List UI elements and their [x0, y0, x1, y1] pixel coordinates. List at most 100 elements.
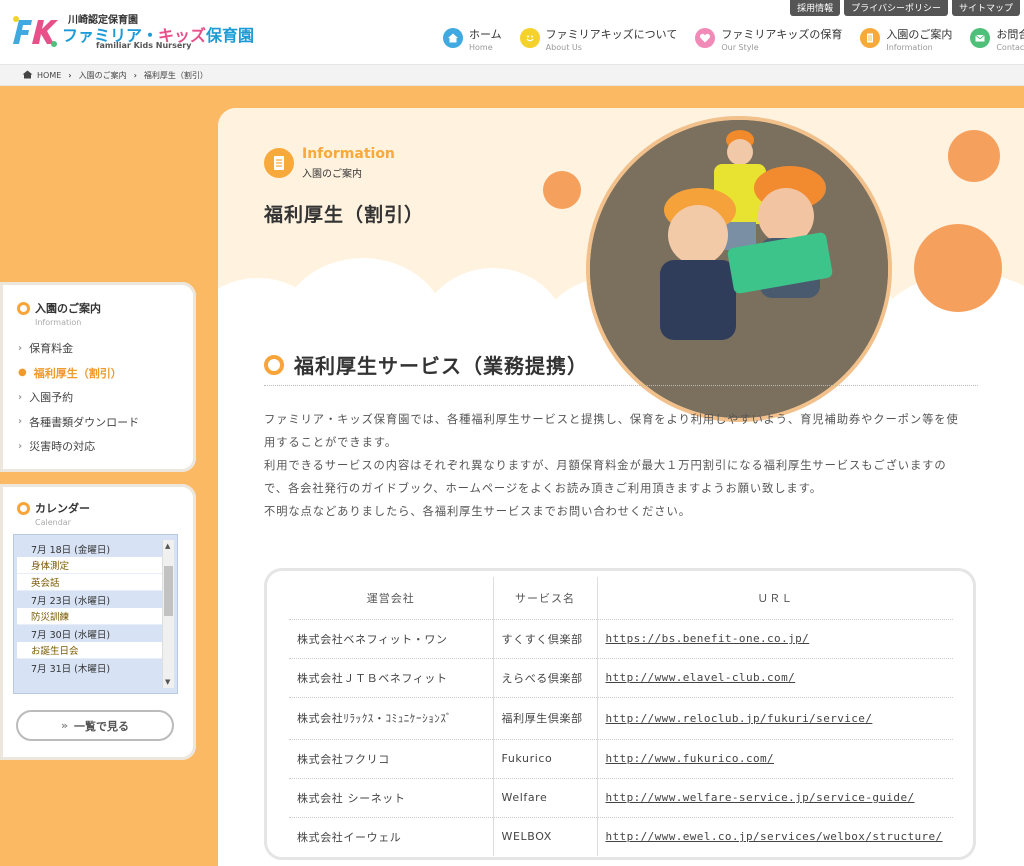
scroll-down-icon[interactable]: ▼ [165, 678, 170, 686]
document-icon [264, 148, 294, 178]
cell-service: すくすく倶楽部 [492, 619, 598, 659]
util-link-privacy[interactable]: プライバシーポリシー [844, 0, 948, 16]
page-title: 福利厚生（割引） [264, 204, 425, 226]
calendar-date: 7月 18日 (金曜日) [17, 540, 162, 557]
chevron-right-icon: › [133, 70, 137, 80]
lead-line: 不明な点などありましたら、各福利厚生サービスまでお問い合わせください。 [264, 505, 691, 518]
sidebar-item-disaster[interactable]: › 災害時の対応 [18, 434, 139, 459]
nav-item-home[interactable]: ホーム Home [443, 26, 502, 52]
main-content: Information 入園のご案内 福利厚生（割引） 福利厚生サービス（業務提… [218, 108, 1024, 866]
lead-line: ファミリア・キッズ保育園では、各種福利厚生サービスと提携し、保育をより利用しやす… [264, 413, 959, 426]
chevron-right-icon: › [18, 391, 23, 403]
util-link-recruit[interactable]: 採用情報 [790, 0, 841, 16]
ring-icon [17, 302, 30, 315]
nav-item-information[interactable]: 入園のご案内 Information [860, 26, 952, 52]
table-row: 株式会社 シーネット Welfare http://www.welfare-se… [289, 778, 953, 818]
circle-decoration [543, 171, 581, 209]
cell-company: 株式会社 シーネット [289, 778, 493, 818]
calendar-scrollbar[interactable]: ▲ ▼ [162, 540, 174, 688]
nav-label: ファミリアキッズについて [545, 28, 678, 41]
url-link[interactable]: http://www.fukurico.com/ [606, 752, 775, 765]
logo-english: familiar Kids Nursery [96, 41, 192, 50]
cell-url: http://www.reloclub.jp/fukuri/service/ [597, 697, 953, 740]
ring-icon [17, 502, 30, 515]
url-link[interactable]: http://www.ewel.co.jp/services/welbox/st… [606, 830, 943, 843]
calendar-list[interactable]: 7月 18日 (金曜日) 身体測定 英会話 7月 23日 (水曜日) 防災訓練 … [13, 534, 178, 694]
chevron-right-icon: › [18, 440, 23, 452]
sidebar-menu: › 保育料金 ● 福利厚生（割引） › 入園予約 › 各種書類ダウンロード › 災害時の対… [18, 336, 139, 459]
sidebar-item-downloads[interactable]: › 各種書類ダウンロード [18, 410, 139, 435]
sidebar-subtitle: Information [35, 318, 82, 327]
chevron-right-icon: › [18, 342, 23, 354]
circle-decoration [948, 130, 1000, 182]
mail-icon [970, 28, 991, 48]
sidebar-item-welfare[interactable]: ● 福利厚生（割引） [18, 361, 139, 386]
breadcrumb-home[interactable]: HOME [37, 71, 61, 80]
sidebar-item-label: 福利厚生（割引） [33, 366, 122, 380]
sidebar-item-reservation[interactable]: › 入園予約 [18, 385, 139, 410]
cell-company: 株式会社ＪＴＢベネフィット [289, 658, 493, 698]
table-header-row: 運営会社 サービス名 ＵＲＬ [289, 577, 953, 620]
calendar-date: 7月 30日 (水曜日) [17, 625, 162, 642]
heart-icon [695, 28, 716, 48]
sidebar-item-fees[interactable]: › 保育料金 [18, 336, 139, 361]
section-title: 福利厚生サービス（業務提携） [294, 354, 588, 378]
document-icon [860, 28, 881, 48]
url-link[interactable]: http://www.welfare-service.jp/service-gu… [606, 791, 915, 804]
home-icon [22, 70, 33, 81]
home-icon [443, 28, 463, 48]
site-logo[interactable]: 川崎認定保育園 ファミリア・キッズ保育園 familiar Kids Nurse… [10, 8, 254, 50]
sidebar-item-label: 各種書類ダウンロード [29, 415, 140, 429]
section-heading: 福利厚生サービス（業務提携） [264, 344, 978, 386]
breadcrumb: HOME › 入園のご案内 › 福利厚生（割引） [0, 64, 1024, 86]
breadcrumb-information[interactable]: 入園のご案内 [79, 70, 127, 81]
sidebar-item-label: 災害時の対応 [29, 440, 96, 454]
url-link[interactable]: http://www.reloclub.jp/fukuri/service/ [606, 712, 873, 725]
cell-service: Fukurico [492, 739, 598, 779]
column-header-company: 運営会社 [289, 577, 493, 620]
sidebar-item-label: 入園予約 [29, 391, 74, 405]
column-header-url: ＵＲＬ [597, 577, 953, 620]
chevron-right-icon: › [18, 416, 23, 428]
scroll-thumb[interactable] [164, 566, 173, 616]
utility-links: 採用情報 プライバシーポリシー サイトマップ [790, 0, 1020, 16]
nav-item-contact[interactable]: お問合せ Contact [970, 26, 1024, 52]
util-link-sitemap[interactable]: サイトマップ [951, 0, 1020, 16]
lead-line: で、各会社発行のガイドブック、ホームページをよくお読み頂きご利用頂きますようお願… [264, 482, 822, 495]
smile-icon [519, 28, 540, 48]
calendar-event[interactable]: 英会話 [17, 574, 162, 591]
calendar-event[interactable]: 身体測定 [17, 557, 162, 574]
sidebar-item-label: 保育料金 [29, 342, 74, 356]
double-chevron-icon: » [60, 719, 69, 732]
cell-service: 福利厚生倶楽部 [492, 697, 598, 740]
nav-label: 入園のご案内 [886, 28, 953, 41]
nav-item-about[interactable]: ファミリアキッズについて About Us [519, 26, 678, 52]
cell-company: 株式会社ﾘﾗｯｸｽ・ｺﾐｭﾆｹｰｼｮﾝｽﾞ [289, 697, 493, 740]
cell-service: WELBOX [492, 817, 598, 856]
nav-label: お問合せ [996, 28, 1024, 41]
cell-url: http://www.welfare-service.jp/service-gu… [597, 778, 953, 818]
lead-text: ファミリア・キッズ保育園では、各種福利厚生サービスと提携し、保育をより利用しやす… [264, 408, 984, 523]
table-row: 株式会社ＪＴＢベネフィット えらべる倶楽部 http://www.elavel-… [289, 658, 953, 698]
view-all-label: 一覧で見る [74, 719, 130, 733]
cell-service: えらべる倶楽部 [492, 658, 598, 698]
chevron-right-icon: › [68, 70, 72, 80]
url-link[interactable]: http://www.elavel-club.com/ [606, 671, 796, 684]
lead-line: 利用できるサービスの内容はそれぞれ異なりますが、月額保育料金が最大１万円割引にな… [264, 459, 947, 472]
calendar-event[interactable]: 防災訓練 [17, 608, 162, 625]
calendar-event[interactable]: お誕生日会 [17, 642, 162, 659]
table-row: 株式会社ベネフィット・ワン すくすく倶楽部 https://bs.benefit… [289, 619, 953, 659]
cell-url: https://bs.benefit-one.co.jp/ [597, 619, 953, 659]
ring-icon [264, 354, 284, 375]
sidebar-title: カレンダー [35, 502, 90, 515]
url-link[interactable]: https://bs.benefit-one.co.jp/ [606, 632, 810, 645]
view-all-button[interactable]: » 一覧で見る [16, 710, 174, 741]
breadcrumb-current: 福利厚生（割引） [143, 70, 208, 80]
circle-arrow-icon: ● [18, 367, 27, 379]
scroll-up-icon[interactable]: ▲ [165, 542, 170, 550]
cell-url: http://www.ewel.co.jp/services/welbox/st… [597, 817, 953, 856]
nav-sublabel: Home [469, 43, 493, 52]
nav-sublabel: Our Style [721, 43, 759, 52]
nav-item-style[interactable]: ファミリアキッズの保育 Our Style [695, 26, 842, 52]
hero-label-jp: 入園のご案内 [302, 169, 362, 180]
